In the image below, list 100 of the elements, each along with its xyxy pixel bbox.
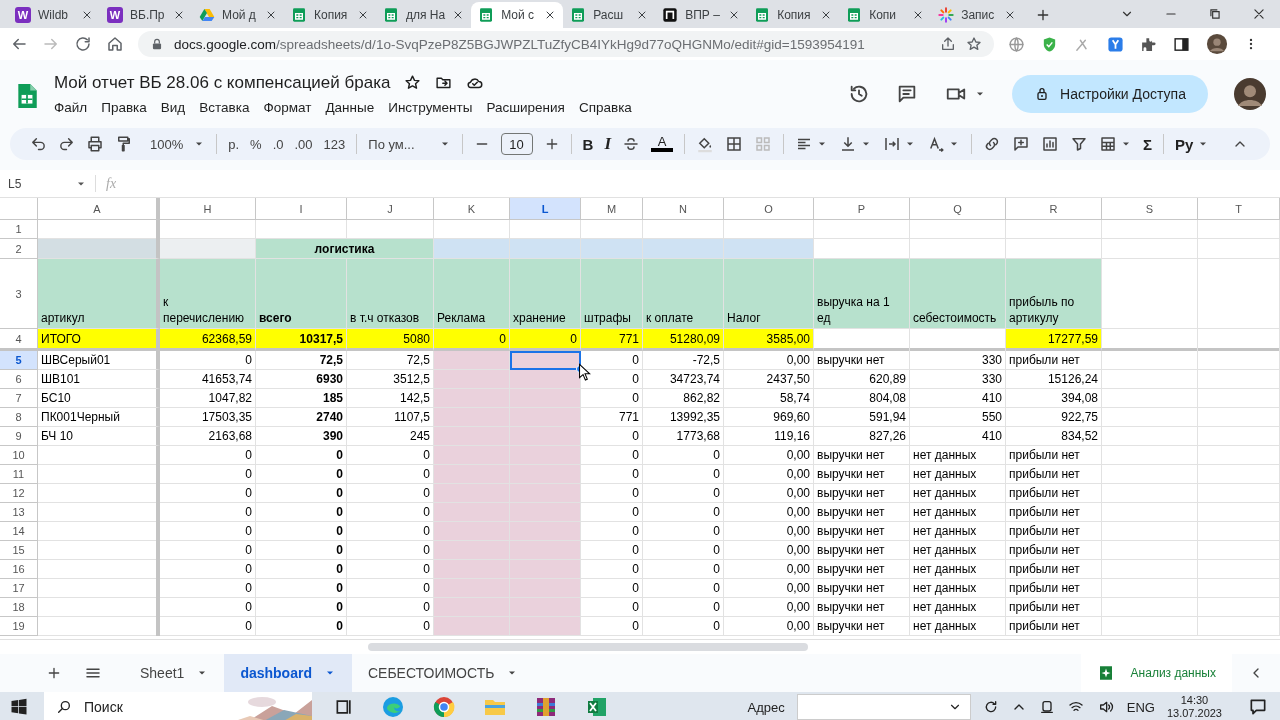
row-header[interactable]: 14 [0, 522, 38, 541]
column-header[interactable]: N [643, 198, 724, 220]
archive-icon[interactable] [534, 695, 558, 719]
globe-icon[interactable] [1008, 35, 1025, 53]
column-header[interactable]: I [256, 198, 347, 220]
column-header[interactable]: P [814, 198, 910, 220]
text-rotation-icon[interactable] [927, 135, 946, 153]
column-header[interactable]: T [1198, 198, 1280, 220]
row-header[interactable]: 17 [0, 579, 38, 598]
browser-tab[interactable]: Копия [284, 2, 376, 28]
close-icon[interactable] [265, 9, 277, 21]
decrease-decimals-button[interactable]: .0 [272, 136, 284, 152]
menu-item[interactable]: Формат [257, 98, 318, 116]
undo-icon[interactable] [30, 135, 47, 153]
functions-button[interactable]: Σ [1143, 135, 1153, 153]
zoom-dropdown[interactable]: 100% [150, 136, 206, 152]
row-header[interactable]: 3 [0, 259, 38, 329]
name-box[interactable]: L5 [8, 175, 96, 192]
row-header[interactable]: 7 [0, 389, 38, 408]
italic-button[interactable]: I [604, 134, 612, 154]
menu-item[interactable]: Файл [48, 98, 94, 116]
menu-item[interactable]: Инструменты [382, 98, 479, 116]
increase-decimals-button[interactable]: .00 [294, 136, 313, 152]
column-header[interactable]: O [724, 198, 814, 220]
column-header[interactable]: R [1006, 198, 1102, 220]
browser-tab[interactable]: W Wildb [8, 2, 100, 28]
input-tools-button[interactable]: Ру [1175, 135, 1194, 153]
sheet-tab[interactable]: СЕБЕСТОИМОСТЬ [351, 654, 535, 692]
fill-color-icon[interactable] [696, 135, 715, 153]
row-header[interactable]: 15 [0, 541, 38, 560]
chart-icon[interactable] [1041, 135, 1060, 153]
table-icon[interactable] [1099, 135, 1118, 153]
home-icon[interactable] [106, 35, 124, 53]
row-header[interactable]: 9 [0, 427, 38, 446]
sheet-tab[interactable]: dashboard [224, 654, 352, 692]
star-icon[interactable] [966, 36, 982, 52]
notifications-icon[interactable] [1248, 697, 1268, 717]
browser-tab[interactable]: Мой д [192, 2, 284, 28]
add-comment-icon[interactable] [1012, 135, 1031, 153]
print-icon[interactable] [86, 135, 104, 153]
share-icon[interactable] [940, 36, 956, 52]
close-icon[interactable] [81, 9, 93, 21]
browser-tab[interactable]: для На [376, 2, 472, 28]
row-header[interactable]: 10 [0, 446, 38, 465]
explore-button[interactable]: Анализ данных [1080, 654, 1232, 692]
filter-icon[interactable] [1070, 135, 1089, 153]
shield-icon[interactable] [1041, 35, 1058, 53]
language-indicator[interactable]: ENG [1126, 699, 1155, 715]
row-header[interactable]: 19 [0, 617, 38, 636]
restore-icon[interactable] [1208, 7, 1222, 21]
address-field[interactable] [796, 694, 971, 720]
menu-item[interactable]: Расширения [480, 98, 571, 116]
strikethrough-icon[interactable] [622, 135, 641, 153]
extension-icon[interactable] [1107, 35, 1124, 53]
meet-icon[interactable] [1038, 699, 1055, 715]
text-color-button[interactable]: A [651, 136, 674, 152]
spreadsheet-app-icon[interactable] [585, 695, 609, 719]
scrollbar-thumb[interactable] [368, 643, 808, 651]
menu-item[interactable]: Правка [95, 98, 153, 116]
browser-tab[interactable]: Расш [563, 2, 656, 28]
document-title[interactable]: Мой отчет ВБ 28.06 с компенсацией брака [54, 72, 391, 93]
history-icon[interactable] [848, 83, 870, 105]
puzzle-icon[interactable] [1140, 35, 1157, 53]
font-size-field[interactable]: 10 [500, 133, 533, 155]
browser-tab[interactable]: ВПР – [655, 2, 748, 28]
comment-icon[interactable] [896, 83, 918, 105]
number-format-button[interactable]: 123 [323, 136, 346, 152]
row-header[interactable]: 6 [0, 370, 38, 389]
address-bar[interactable]: docs.google.com/spreadsheets/d/1o-SvqPzeP8Z5BGJWPZLTuZfyCB4IYkHg9d77oQHGNMo/edit#gid=1593954191 [138, 31, 994, 57]
add-sheet-icon[interactable] [46, 665, 62, 681]
row-header[interactable]: 11 [0, 465, 38, 484]
menu-item[interactable]: Вид [154, 98, 192, 116]
row-header[interactable]: 13 [0, 503, 38, 522]
avatar-icon[interactable] [1206, 33, 1228, 55]
browser-tab[interactable]: Копи [839, 2, 932, 28]
row-header[interactable]: 8 [0, 408, 38, 427]
close-icon[interactable] [1252, 7, 1266, 21]
menu-item[interactable]: Вставка [193, 98, 256, 116]
browser-tab[interactable]: Мой с [471, 2, 564, 28]
task-view-icon[interactable] [334, 697, 354, 717]
reload-icon[interactable] [74, 35, 92, 53]
paint-format-icon[interactable] [115, 135, 133, 153]
avatar-icon[interactable] [1234, 78, 1266, 110]
row-header[interactable]: 18 [0, 598, 38, 617]
side-panel-icon[interactable] [1173, 35, 1190, 53]
column-header[interactable]: Q [910, 198, 1006, 220]
chrome-icon[interactable] [432, 695, 456, 719]
sheet-tab[interactable]: Sheet1 [124, 654, 225, 692]
menu-item[interactable]: Данные [319, 98, 381, 116]
percent-format-button[interactable]: % [250, 136, 262, 152]
search-field[interactable]: Поиск [44, 692, 312, 720]
column-header[interactable]: L [510, 198, 581, 220]
row-header[interactable]: 12 [0, 484, 38, 503]
row-header[interactable]: 16 [0, 560, 38, 579]
font-dropdown[interactable]: По ум... [368, 136, 451, 152]
share-button[interactable]: Настройки Доступа [1012, 75, 1208, 113]
column-header[interactable]: K [434, 198, 510, 220]
currency-format-button[interactable]: р. [228, 136, 240, 152]
browser-tab[interactable]: W ВБ.Пр [100, 2, 192, 28]
column-header[interactable]: H [160, 198, 256, 220]
